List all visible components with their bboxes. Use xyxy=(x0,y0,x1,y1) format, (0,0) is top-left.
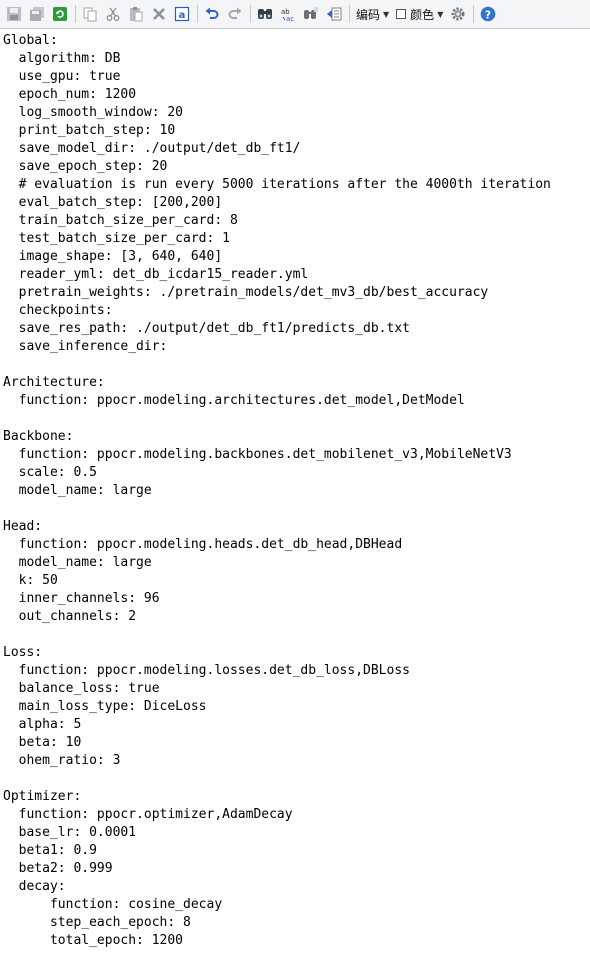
code-line: Loss: xyxy=(3,645,43,660)
code-editor[interactable]: Global: algorithm: DB use_gpu: true epoc… xyxy=(0,30,590,962)
copy-icon[interactable] xyxy=(80,4,100,24)
code-line: Architecture: xyxy=(3,375,105,390)
cut-icon[interactable] xyxy=(103,4,123,24)
help-icon[interactable]: ? xyxy=(478,4,498,24)
code-line: pretrain_weights: ./pretrain_models/det_… xyxy=(3,285,489,300)
code-line: function: ppocr.modeling.heads.det_db_he… xyxy=(3,537,403,552)
code-line: step_each_epoch: 8 xyxy=(3,915,191,930)
code-line: # evaluation is run every 5000 iteration… xyxy=(3,177,551,192)
encoding-label: 编码 xyxy=(356,7,381,22)
replace-icon[interactable]: ab ac xyxy=(278,4,298,24)
code-line: print_batch_step: 10 xyxy=(3,123,176,138)
chevron-down-icon: ▼ xyxy=(437,9,444,19)
code-line: beta2: 0.999 xyxy=(3,861,113,876)
code-line: inner_channels: 96 xyxy=(3,591,160,606)
code-line: balance_loss: true xyxy=(3,681,160,696)
save-all-icon[interactable] xyxy=(27,4,47,24)
code-line: function: ppocr.modeling.losses.det_db_l… xyxy=(3,663,410,678)
color-label: 颜色 xyxy=(410,7,435,22)
code-line: function: ppocr.modeling.backbones.det_m… xyxy=(3,447,512,462)
code-line: base_lr: 0.0001 xyxy=(3,825,137,840)
svg-text:a: a xyxy=(179,10,186,21)
code-line: save_model_dir: ./output/det_db_ft1/ xyxy=(3,141,301,156)
code-line: checkpoints: xyxy=(3,303,113,318)
code-line: Optimizer: xyxy=(3,789,82,804)
code-line: reader_yml: det_db_icdar15_reader.yml xyxy=(3,267,309,282)
code-line: Backbone: xyxy=(3,429,74,444)
toolbar-separator xyxy=(349,5,350,23)
code-line: save_inference_dir: xyxy=(3,339,168,354)
toolbar-separator xyxy=(250,5,251,23)
code-line: epoch_num: 1200 xyxy=(3,87,137,102)
code-line: scale: 0.5 xyxy=(3,465,97,480)
refresh-icon[interactable] xyxy=(50,4,70,24)
svg-text:?: ? xyxy=(485,8,491,21)
code-line: train_batch_size_per_card: 8 xyxy=(3,213,238,228)
code-line: use_gpu: true xyxy=(3,69,121,84)
chevron-down-icon: ▼ xyxy=(383,9,390,19)
code-line: function: ppocr.optimizer,AdamDecay xyxy=(3,807,293,822)
color-checkbox[interactable] xyxy=(396,9,407,19)
save-icon[interactable] xyxy=(4,4,24,24)
code-line: main_loss_type: DiceLoss xyxy=(3,699,207,714)
code-line: image_shape: [3, 640, 640] xyxy=(3,249,223,264)
find-icon[interactable] xyxy=(255,4,275,24)
code-line: save_epoch_step: 20 xyxy=(3,159,168,174)
code-line: ohem_ratio: 3 xyxy=(3,753,121,768)
code-line: model_name: large xyxy=(3,555,152,570)
code-line: Global: xyxy=(3,33,58,48)
code-line: beta: 10 xyxy=(3,735,82,750)
code-line: algorithm: DB xyxy=(3,51,121,66)
code-line: total_epoch: 1200 xyxy=(3,933,184,948)
redo-icon[interactable] xyxy=(225,4,245,24)
find-in-files-icon[interactable] xyxy=(301,4,321,24)
paste-icon[interactable] xyxy=(126,4,146,24)
code-line: function: ppocr.modeling.architectures.d… xyxy=(3,393,465,408)
code-line: test_batch_size_per_card: 1 xyxy=(3,231,230,246)
toolbar-separator xyxy=(75,5,76,23)
toolbar: a ab ac 编码 ▼ 颜色 ▼ ? xyxy=(0,0,590,29)
svg-text:ac: ac xyxy=(286,15,294,22)
code-line: eval_batch_step: [200,200] xyxy=(3,195,223,210)
delete-icon[interactable] xyxy=(149,4,169,24)
color-dropdown[interactable]: 颜色 ▼ xyxy=(394,4,445,24)
code-line: k: 50 xyxy=(3,573,58,588)
code-line: save_res_path: ./output/det_db_ft1/predi… xyxy=(3,321,410,336)
code-line: log_smooth_window: 20 xyxy=(3,105,184,120)
code-line: Head: xyxy=(3,519,43,534)
code-line: decay: xyxy=(3,879,66,894)
toolbar-separator xyxy=(473,5,475,23)
code-line: alpha: 5 xyxy=(3,717,82,732)
code-line: function: cosine_decay xyxy=(3,897,223,912)
code-line: out_channels: 2 xyxy=(3,609,137,624)
code-line: beta1: 0.9 xyxy=(3,843,97,858)
settings-gear-icon[interactable] xyxy=(448,4,468,24)
toolbar-separator xyxy=(197,5,198,23)
code-line: model_name: large xyxy=(3,483,152,498)
undo-icon[interactable] xyxy=(202,4,222,24)
goto-line-icon[interactable] xyxy=(324,4,344,24)
select-all-icon[interactable]: a xyxy=(172,4,192,24)
encoding-dropdown[interactable]: 编码 ▼ xyxy=(354,4,391,24)
